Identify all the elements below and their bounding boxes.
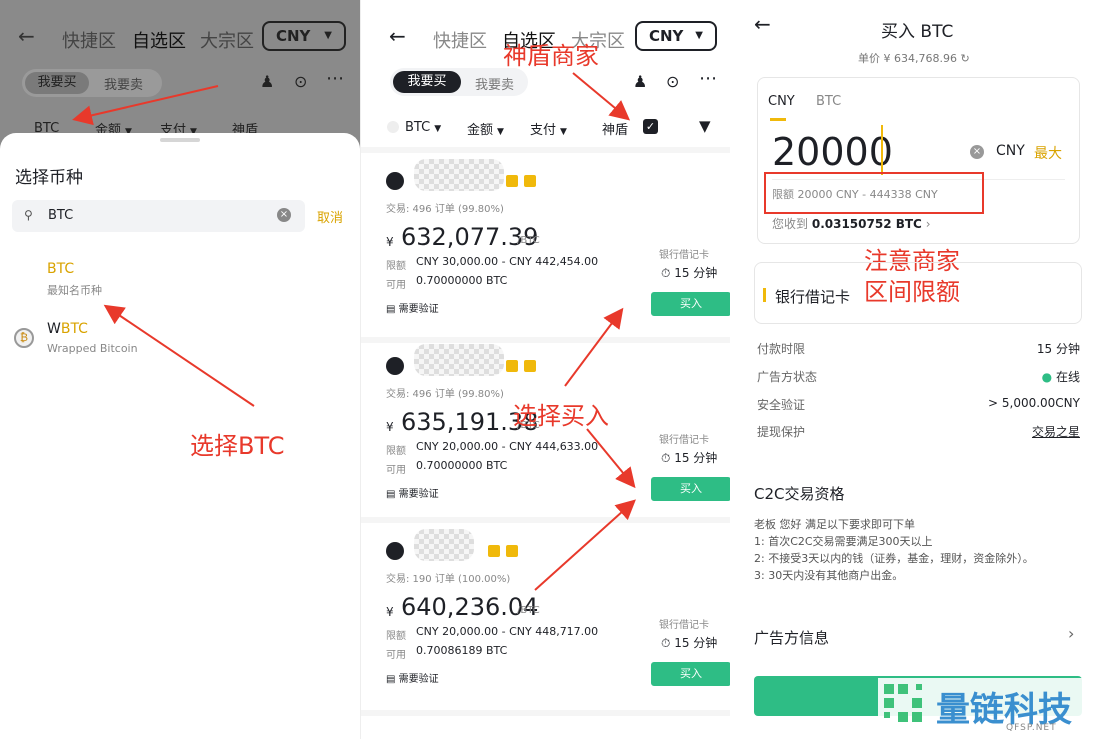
- watermark: 量链科技 QFSP.NET: [878, 678, 1099, 739]
- arrow-to-buy-2: [586, 428, 636, 489]
- c2c-line: 1: 首次C2C交易需要满足300天以上: [754, 535, 933, 548]
- c2c-title: C2C交易资格: [754, 485, 845, 503]
- watermark-domain: QFSP.NET: [1006, 723, 1057, 733]
- refresh-icon[interactable]: ↻: [960, 52, 969, 65]
- detail-value: 15 分钟: [1036, 342, 1080, 356]
- text-cursor: [881, 125, 883, 175]
- unit-price-value: 单价 ¥ 634,768.96: [858, 52, 957, 65]
- receive-value: 0.03150752 BTC: [811, 217, 922, 231]
- buy-btc-screen: ← 买入 BTC 单价 ¥ 634,768.96 ↻ CNY BTC 20000…: [740, 0, 1099, 739]
- watermark-logo-icon: [884, 684, 922, 722]
- arrow-to-buy-3: [534, 499, 636, 591]
- arrow-to-btc-filter: [72, 85, 219, 126]
- online-status-icon: ●: [1041, 370, 1053, 384]
- detail-row: 提现保护 交易之星: [757, 423, 1080, 440]
- detail-row: 付款时限 15 分钟: [757, 340, 1080, 357]
- page-title: 买入 BTC: [881, 22, 954, 42]
- limit-highlight-box: [764, 172, 984, 214]
- advertiser-info-link[interactable]: 广告方信息: [754, 627, 829, 648]
- unit-price: 单价 ¥ 634,768.96 ↻: [858, 50, 970, 66]
- annotation-arrows: [72, 85, 255, 407]
- detail-value[interactable]: 交易之星: [1032, 423, 1080, 440]
- detail-value: > 5,000.00CNY: [988, 396, 1080, 410]
- clear-icon[interactable]: ×: [970, 145, 984, 159]
- detail-row: 安全验证 > 5,000.00CNY: [757, 396, 1080, 413]
- detail-key: 安全验证: [757, 398, 806, 412]
- arrow-to-buy-1: [564, 307, 624, 387]
- detail-row: 广告方状态 ● 在线: [757, 368, 1080, 385]
- payment-indicator: [763, 288, 766, 302]
- arrow-to-btc-item: [103, 304, 255, 407]
- detail-key: 付款时限: [757, 342, 806, 356]
- arrow-to-shield: [572, 72, 631, 121]
- amount-card: CNY BTC 20000 × CNY 最大 限额 20000 CNY - 44…: [757, 77, 1080, 244]
- c2c-line: 3: 30天内没有其他商户出金。: [754, 569, 904, 582]
- chevron-right-icon: ›: [925, 217, 931, 231]
- detail-key: 广告方状态: [757, 370, 818, 384]
- payment-method: 银行借记卡: [775, 288, 851, 306]
- receive-label: 您收到: [772, 217, 809, 231]
- coin-select-screen: ← 快捷区 自选区 大宗区 CNY ▼ 我要买 我要卖 ♟ ⊙ ⋯ BTC 金额 ▼…: [0, 0, 360, 739]
- active-tab-indicator: [770, 118, 786, 121]
- p2p-offers-screen: ← 快捷区 自选区 大宗区 CNY ▼ 我要买 我要卖 ♟ ⊙ ⋯ BTC ▼ 金额…: [360, 0, 730, 739]
- tab-btc[interactable]: BTC: [816, 94, 841, 109]
- receive-row: 您收到 0.03150752 BTC ›: [772, 215, 931, 232]
- tab-cny[interactable]: CNY: [768, 94, 795, 109]
- max-button[interactable]: 最大: [1034, 143, 1062, 163]
- payment-method-card[interactable]: 银行借记卡: [754, 262, 1082, 324]
- detail-value: ● 在线: [1042, 368, 1080, 385]
- chevron-right-icon[interactable]: ›: [1068, 624, 1074, 643]
- c2c-line: 2: 不接受3天以内的钱（证券，基金，理财，资金除外）。: [754, 552, 1034, 565]
- amount-currency: CNY: [996, 143, 1025, 159]
- amount-input[interactable]: 20000: [772, 130, 893, 174]
- c2c-requirements: 老板 您好 满足以下要求即可下单 1: 首次C2C交易需要满足300天以上 2:…: [754, 516, 1034, 584]
- c2c-line: 老板 您好 满足以下要求即可下单: [754, 518, 915, 531]
- back-arrow-icon[interactable]: ←: [754, 12, 771, 36]
- annotation-arrows: [534, 72, 636, 591]
- detail-value-text: 在线: [1055, 370, 1080, 384]
- detail-key: 提现保护: [757, 425, 806, 439]
